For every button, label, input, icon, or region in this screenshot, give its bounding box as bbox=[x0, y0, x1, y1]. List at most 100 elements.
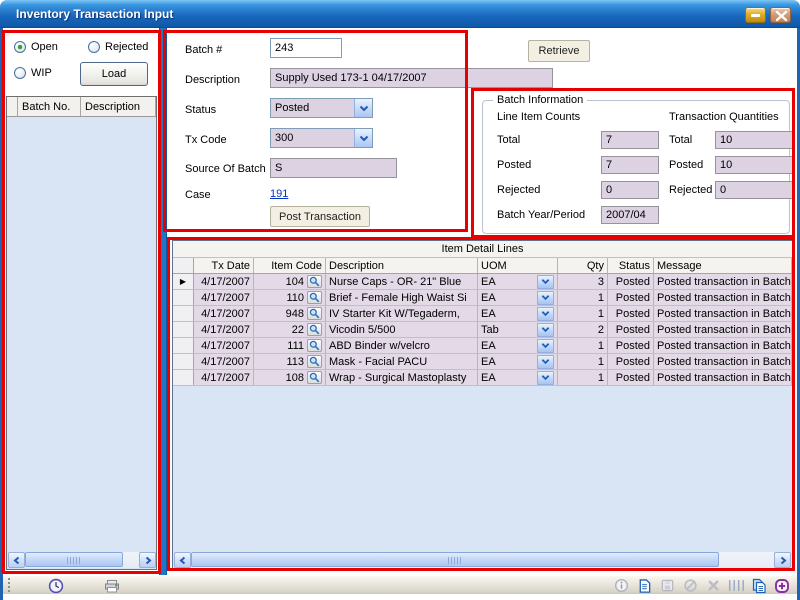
uom-chevron-down-icon[interactable] bbox=[537, 323, 554, 337]
cell-description: IV Starter Kit W/Tegaderm, bbox=[326, 306, 478, 321]
row-selector-cell bbox=[173, 290, 194, 305]
cell-qty: 3 bbox=[558, 274, 608, 289]
scrollbar-track[interactable] bbox=[25, 552, 139, 568]
table-row[interactable]: 4/17/2007113Mask - Facial PACUEA1PostedP… bbox=[173, 354, 792, 370]
item-lookup-magnifier-icon[interactable] bbox=[307, 307, 322, 320]
column-header-qty[interactable]: Qty bbox=[558, 258, 608, 273]
cell-description: Wrap - Surgical Mastoplasty bbox=[326, 370, 478, 385]
radio-label: Rejected bbox=[105, 41, 148, 53]
cell-message: Posted transaction in Batch bbox=[654, 370, 792, 385]
tx-code-dropdown[interactable]: 300 bbox=[270, 128, 373, 148]
item-lookup-magnifier-icon[interactable] bbox=[307, 371, 322, 384]
transaction-quantity-label: Posted bbox=[669, 159, 715, 171]
scroll-left-icon[interactable] bbox=[8, 552, 25, 568]
uom-chevron-down-icon[interactable] bbox=[537, 371, 554, 385]
cell-tx_date: 4/17/2007 bbox=[194, 370, 254, 385]
uom-chevron-down-icon[interactable] bbox=[537, 339, 554, 353]
batch-list-hscrollbar[interactable] bbox=[8, 552, 156, 568]
document-icon[interactable] bbox=[635, 577, 653, 594]
radio-icon[interactable] bbox=[88, 41, 100, 53]
chevron-down-icon[interactable] bbox=[354, 129, 372, 147]
scroll-right-icon[interactable] bbox=[774, 552, 791, 568]
radio-label: WIP bbox=[31, 67, 52, 79]
batch-information-group: Batch Information Line Item Counts Trans… bbox=[482, 100, 790, 234]
scrollbar-thumb[interactable] bbox=[191, 552, 719, 567]
window-title: Inventory Transaction Input bbox=[16, 7, 173, 21]
radio-icon[interactable] bbox=[14, 41, 26, 53]
add-record-icon[interactable] bbox=[773, 577, 791, 594]
uom-chevron-down-icon[interactable] bbox=[537, 307, 554, 321]
table-row[interactable]: 4/17/2007948IV Starter Kit W/Tegaderm,EA… bbox=[173, 306, 792, 322]
uom-chevron-down-icon[interactable] bbox=[537, 355, 554, 369]
batch-list-header-batch-no[interactable]: Batch No. bbox=[18, 97, 81, 116]
column-header-tx-date[interactable]: Tx Date bbox=[194, 258, 254, 273]
line-item-count-value-field: 0 bbox=[601, 181, 659, 199]
retrieve-button[interactable]: Retrieve bbox=[528, 40, 590, 62]
item-lookup-magnifier-icon[interactable] bbox=[307, 291, 322, 304]
cell-message: Posted transaction in Batch bbox=[654, 274, 792, 289]
table-row[interactable]: 4/17/2007110Brief - Female High Waist Si… bbox=[173, 290, 792, 306]
uom-chevron-down-icon[interactable] bbox=[537, 291, 554, 305]
column-header-uom[interactable]: UOM bbox=[478, 258, 558, 273]
transaction-quantity-row: Posted10 bbox=[669, 156, 793, 174]
column-header-item-code[interactable]: Item Code bbox=[254, 258, 326, 273]
cell-qty: 1 bbox=[558, 370, 608, 385]
radio-label: Open bbox=[31, 41, 58, 53]
load-button[interactable]: Load bbox=[80, 62, 148, 86]
cell-tx_date: 4/17/2007 bbox=[194, 306, 254, 321]
batch-list-header-description[interactable]: Description bbox=[81, 97, 156, 116]
chevron-down-icon[interactable] bbox=[354, 99, 372, 117]
source-of-batch-field[interactable]: S bbox=[270, 158, 397, 178]
radio-icon[interactable] bbox=[14, 67, 26, 79]
description-field[interactable]: Supply Used 173-1 04/17/2007 bbox=[270, 68, 553, 88]
scrollbar-grip bbox=[448, 557, 462, 564]
detail-table-hscrollbar[interactable] bbox=[174, 552, 791, 568]
uom-chevron-down-icon[interactable] bbox=[537, 275, 554, 289]
scrollbar-thumb[interactable] bbox=[25, 552, 123, 567]
minimize-button[interactable] bbox=[745, 7, 766, 23]
batch-number-input[interactable]: 243 bbox=[270, 38, 342, 58]
radio-rejected[interactable]: Rejected bbox=[88, 40, 148, 54]
cell-message: Posted transaction in Batch bbox=[654, 338, 792, 353]
scroll-right-icon[interactable] bbox=[139, 552, 156, 568]
tx-code-label: Tx Code bbox=[185, 134, 227, 148]
item-lookup-magnifier-icon[interactable] bbox=[307, 323, 322, 336]
cell-uom: EA bbox=[478, 290, 558, 305]
current-row-arrow-icon: ▶ bbox=[173, 274, 194, 289]
cell-item_code: 110 bbox=[254, 290, 326, 305]
column-header-status[interactable]: Status bbox=[608, 258, 654, 273]
column-header-description[interactable]: Description bbox=[326, 258, 478, 273]
copy-icon[interactable] bbox=[750, 577, 768, 594]
table-row[interactable]: 4/17/200722Vicodin 5/500Tab2PostedPosted… bbox=[173, 322, 792, 338]
column-header-message[interactable]: Message bbox=[654, 258, 792, 273]
item-lookup-magnifier-icon[interactable] bbox=[307, 275, 322, 288]
scroll-left-icon[interactable] bbox=[174, 552, 191, 568]
cell-tx_date: 4/17/2007 bbox=[194, 354, 254, 369]
minimize-icon bbox=[751, 14, 760, 17]
status-dropdown[interactable]: Posted bbox=[270, 98, 373, 118]
table-row[interactable]: 4/17/2007111ABD Binder w/velcroEA1Posted… bbox=[173, 338, 792, 354]
history-clock-icon[interactable] bbox=[47, 577, 65, 594]
line-item-count-value-field: 7 bbox=[601, 156, 659, 174]
batch-list-selector-header bbox=[7, 97, 18, 116]
item-lookup-magnifier-icon[interactable] bbox=[307, 339, 322, 352]
status-label: Status bbox=[185, 104, 216, 118]
table-row[interactable]: 4/17/2007108Wrap - Surgical MastoplastyE… bbox=[173, 370, 792, 386]
cell-qty: 1 bbox=[558, 306, 608, 321]
case-link[interactable]: 191 bbox=[270, 188, 288, 200]
post-transaction-button[interactable]: Post Transaction bbox=[270, 206, 370, 227]
scrollbar-track[interactable] bbox=[191, 552, 774, 568]
radio-wip[interactable]: WIP bbox=[14, 66, 52, 80]
line-item-count-value-field: 2007/04 bbox=[601, 206, 659, 224]
table-row[interactable]: ▶4/17/2007104Nurse Caps - OR- 21" BlueEA… bbox=[173, 274, 792, 290]
info-icon bbox=[612, 577, 630, 594]
print-icon[interactable] bbox=[103, 577, 121, 594]
close-button[interactable] bbox=[770, 7, 791, 23]
separator-icon bbox=[727, 577, 745, 594]
source-of-batch-label: Source Of Batch bbox=[185, 163, 266, 177]
cell-qty: 1 bbox=[558, 338, 608, 353]
app-window: Inventory Transaction Input Open Rejecte… bbox=[0, 0, 800, 600]
item-lookup-magnifier-icon[interactable] bbox=[307, 355, 322, 368]
radio-open[interactable]: Open bbox=[14, 40, 58, 54]
panel-splitter[interactable] bbox=[159, 28, 167, 575]
